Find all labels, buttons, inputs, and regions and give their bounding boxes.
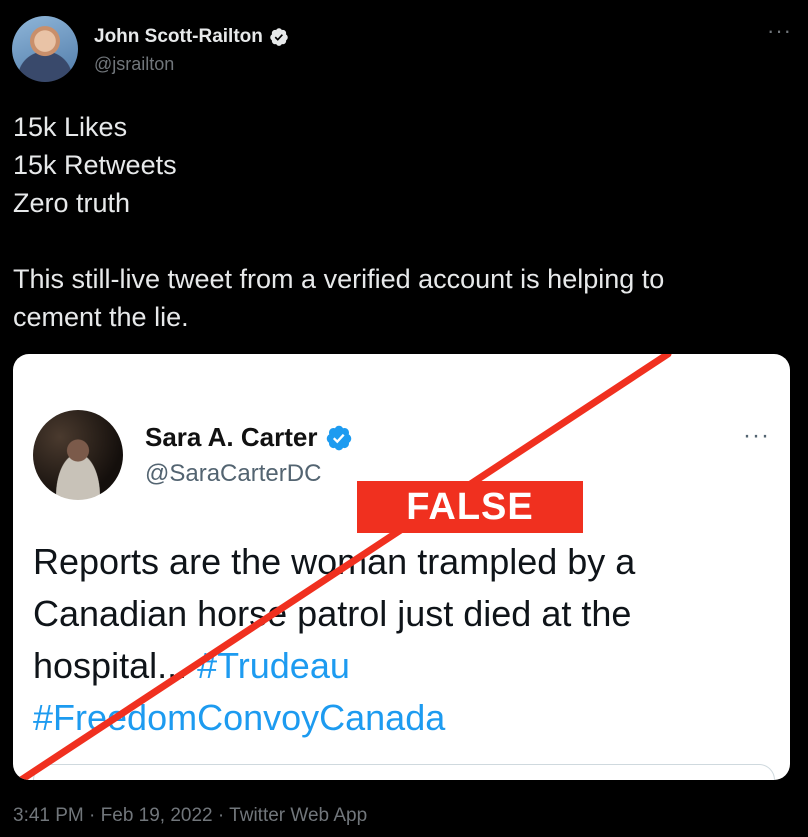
tweet-paragraph-line-1: This still-live tweet from a verified ac… — [13, 264, 665, 294]
embedded-text-line-3: hospital... #Trudeau — [33, 640, 773, 692]
author-avatar[interactable] — [12, 16, 78, 82]
tweet-line-truth: Zero truth — [13, 188, 131, 218]
false-label-badge: FALSE — [357, 481, 583, 533]
embedded-more-icon: ··· — [743, 422, 770, 449]
embedded-tweet-text: Reports are the woman trampled by a Cana… — [33, 536, 773, 744]
tweet-line-likes: 15k Likes — [13, 112, 128, 142]
tweet-text: 15k Likes 15k Retweets Zero truth This s… — [13, 108, 793, 336]
embedded-text-line-2: Canadian horse patrol just died at the — [33, 593, 632, 634]
more-options-icon[interactable]: ··· — [767, 18, 792, 44]
embedded-text-line-1: Reports are the woman trampled by a — [33, 541, 636, 582]
embedded-name-row: Sara A. Carter — [145, 422, 353, 453]
tweet-timestamp-meta[interactable]: 3:41 PM · Feb 19, 2022 · Twitter Web App — [13, 805, 367, 827]
embedded-author-avatar — [33, 410, 123, 500]
tweet-line-retweets: 15k Retweets — [13, 150, 177, 180]
tweet-header: John Scott-Railton @jsrailton ··· — [12, 16, 796, 86]
author-handle[interactable]: @jsrailton — [94, 54, 174, 75]
author-display-name[interactable]: John Scott-Railton — [94, 26, 263, 48]
embedded-verified-badge-icon — [327, 425, 352, 450]
hashtag-trudeau: #Trudeau — [197, 645, 350, 686]
tweet-paragraph-line-2: cement the lie. — [13, 302, 189, 332]
embedded-text-line-3-plain: hospital... — [33, 645, 198, 686]
author-name-row: John Scott-Railton — [94, 26, 289, 48]
embedded-tweet-screenshot[interactable]: Sara A. Carter @SaraCarterDC ··· Reports… — [13, 354, 790, 780]
embedded-display-name: Sara A. Carter — [145, 422, 318, 452]
verified-badge-icon — [270, 28, 288, 46]
hashtag-freedomconvoycanada: #FreedomConvoyCanada — [33, 697, 446, 738]
embedded-handle: @SaraCarterDC — [145, 460, 322, 487]
embedded-card-edge — [33, 764, 775, 780]
